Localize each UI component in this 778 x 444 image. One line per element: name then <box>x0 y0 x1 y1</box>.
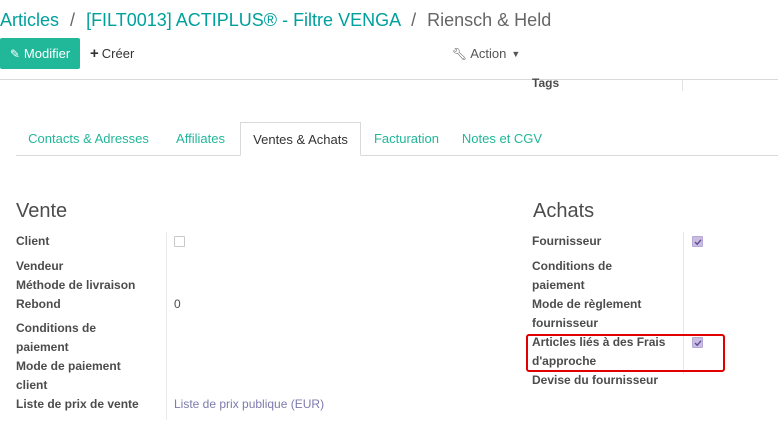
checkmark-icon <box>694 238 702 245</box>
edit-button[interactable]: ✎ Modifier <box>0 38 80 69</box>
client-checkbox[interactable] <box>174 236 185 247</box>
client-label: Client <box>16 234 50 248</box>
wrench-icon: 🔧︎ <box>452 46 468 61</box>
plus-icon: + <box>90 45 99 62</box>
breadcrumb-product-link[interactable]: [FILT0013] ACTIPLUS® - Filtre VENGA <box>86 10 400 30</box>
sale-pricelist-label: Liste de prix de vente <box>16 397 139 411</box>
supplier-payment-mode-label: Mode de règlement <box>532 297 642 311</box>
sale-payment-terms-label-line2: paiement <box>16 340 69 354</box>
rebond-label: Rebond <box>16 297 61 311</box>
pencil-icon: ✎ <box>9 46 20 61</box>
caret-down-icon: ▼ <box>511 48 521 59</box>
supplier-currency-label: Devise du fournisseur <box>532 373 659 387</box>
tags-field-separator <box>682 80 683 91</box>
tab-notes-cgv[interactable]: Notes et CGV <box>452 122 552 155</box>
breadcrumb: Articles / [FILT0013] ACTIPLUS® - Filtre… <box>0 10 551 31</box>
vente-section-title: Vente <box>16 200 68 222</box>
breadcrumb-current: Riensch & Held <box>427 10 552 30</box>
create-button-label: Créer <box>101 46 135 61</box>
sale-pricelist-link[interactable]: Liste de prix publique (EUR) <box>174 395 324 414</box>
purchase-payment-terms-label: Conditions de <box>532 259 612 273</box>
vendeur-label: Vendeur <box>16 259 64 273</box>
breadcrumb-articles-link[interactable]: Articles <box>0 10 59 30</box>
breadcrumb-separator: / <box>411 10 417 30</box>
breadcrumb-separator: / <box>70 10 76 30</box>
tab-contacts-adresses[interactable]: Contacts & Adresses <box>16 122 161 155</box>
tab-ventes-achats[interactable]: Ventes & Achats <box>240 122 361 156</box>
create-button[interactable]: + Créer <box>90 38 134 69</box>
achats-section-title: Achats <box>533 200 595 222</box>
tab-facturation[interactable]: Facturation <box>361 122 452 155</box>
notebook-tabs: Contacts & Adresses Affiliates Ventes & … <box>16 122 778 156</box>
supplier-payment-mode-label-line2: fournisseur <box>532 316 599 330</box>
rebond-value: 0 <box>174 297 181 311</box>
control-panel-border <box>0 79 778 80</box>
vente-label-separator <box>166 232 167 420</box>
purchase-payment-terms-label-line2: paiement <box>532 278 585 292</box>
customer-payment-mode-label: Mode de paiement <box>16 359 121 373</box>
delivery-method-label: Méthode de livraison <box>16 278 136 292</box>
action-dropdown-label: Action <box>470 46 507 61</box>
sale-payment-terms-label: Conditions de <box>16 321 96 335</box>
highlight-annotation-box <box>526 334 725 372</box>
edit-button-label: Modifier <box>23 46 71 61</box>
tags-label: Tags <box>532 76 560 90</box>
tab-affiliates[interactable]: Affiliates <box>161 122 240 155</box>
supplier-label: Fournisseur <box>532 234 602 248</box>
action-dropdown[interactable]: 🔧︎ Action ▼ <box>452 38 520 69</box>
customer-payment-mode-label-line2: client <box>16 378 48 392</box>
supplier-checkbox[interactable] <box>692 236 703 247</box>
